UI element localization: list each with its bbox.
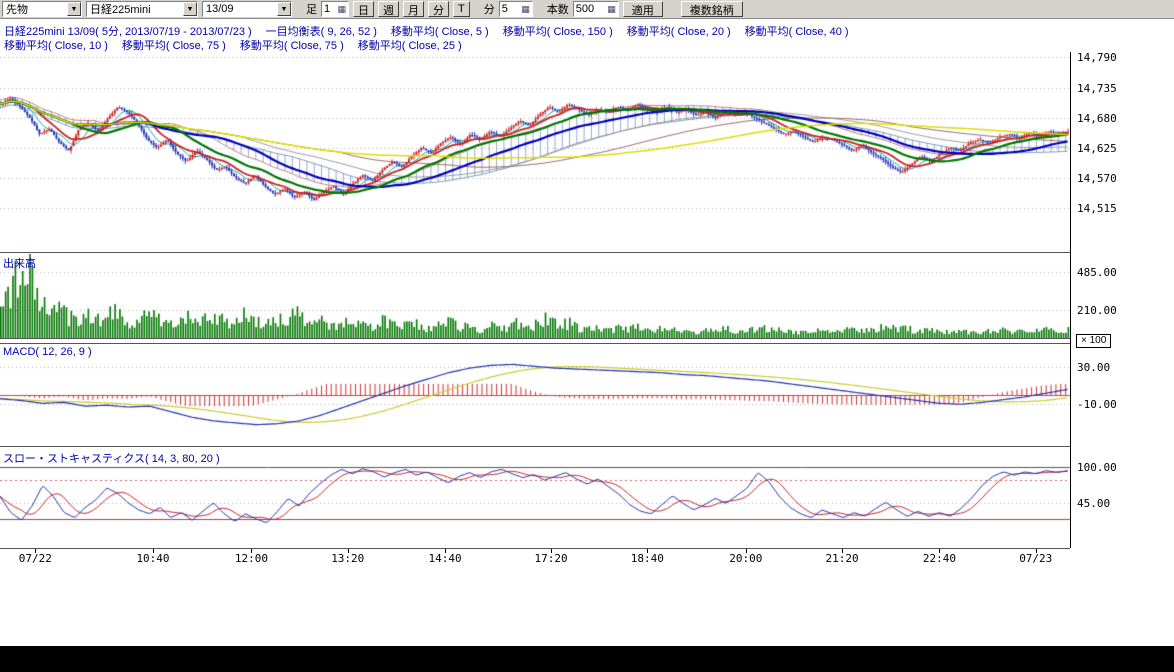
x-axis-label: 13:20 — [331, 552, 364, 565]
bar-type-label: 足 — [306, 1, 317, 17]
panel-divider — [0, 252, 1070, 253]
bar-count-value: 500 — [576, 3, 594, 15]
instrument-type-value: 先物 — [6, 1, 65, 17]
minutes-input[interactable]: 5 ▦ — [499, 1, 533, 17]
contract-month-select[interactable]: 13/09 ▼ — [202, 1, 292, 17]
grid-icon: ▦ — [521, 5, 530, 14]
x-axis-label: 07/22 — [19, 552, 52, 565]
y-axis-label: 485.00 — [1077, 266, 1117, 279]
grid-icon: ▦ — [607, 5, 616, 14]
x-axis-label: 22:40 — [923, 552, 956, 565]
price-axis-border — [1070, 52, 1071, 548]
grid-icon: ▦ — [337, 5, 346, 14]
instrument-type-select[interactable]: 先物 ▼ — [2, 1, 82, 17]
legend-item-ma75b: 移動平均( Close, 75 ) — [240, 37, 344, 53]
toolbar: 先物 ▼ 日経225mini ▼ 13/09 ▼ 足 1 ▦ 日 週 月 分 T… — [0, 0, 1174, 19]
legend-item-ma20: 移動平均( Close, 20 ) — [627, 23, 731, 39]
x-axis-label: 17:20 — [534, 552, 567, 565]
y-axis-label: 100.00 — [1077, 461, 1117, 474]
bar-type-day-button[interactable]: 日 — [353, 1, 374, 17]
y-axis-label: 14,515 — [1077, 202, 1117, 215]
chart-application-window: 先物 ▼ 日経225mini ▼ 13/09 ▼ 足 1 ▦ 日 週 月 分 T… — [0, 0, 1174, 672]
bar-count-input[interactable]: 500 ▦ — [573, 1, 619, 17]
panel-divider — [0, 343, 1070, 344]
bar-type-tick-button[interactable]: T — [453, 1, 470, 17]
chart-legend-line2: 移動平均( Close, 10 ) 移動平均( Close, 75 ) 移動平均… — [4, 37, 462, 53]
chevron-down-icon[interactable]: ▼ — [67, 2, 81, 16]
y-axis-label: 14,625 — [1077, 142, 1117, 155]
bar-type-minute-button[interactable]: 分 — [428, 1, 449, 17]
bar-interval-value: 1 — [324, 3, 330, 15]
bar-interval-input[interactable]: 1 ▦ — [321, 1, 349, 17]
x-axis-label: 10:40 — [136, 552, 169, 565]
x-axis-label: 12:00 — [235, 552, 268, 565]
bar-type-month-button[interactable]: 月 — [403, 1, 424, 17]
chevron-down-icon[interactable]: ▼ — [277, 2, 291, 16]
y-axis-label: 14,680 — [1077, 112, 1117, 125]
y-axis-label: -10.00 — [1077, 398, 1117, 411]
minutes-value: 5 — [502, 3, 508, 15]
minutes-label: 分 — [484, 1, 495, 17]
y-axis-label: 30.00 — [1077, 361, 1110, 374]
stochastics-panel-title: スロー・ストキャスティクス( 14, 3, 80, 20 ) — [3, 450, 220, 466]
y-axis-label: 14,735 — [1077, 82, 1117, 95]
legend-item-ma40: 移動平均( Close, 40 ) — [745, 23, 849, 39]
x-axis-label: 18:40 — [631, 552, 664, 565]
panel-divider — [0, 338, 1070, 339]
volume-chart-canvas[interactable] — [0, 254, 1070, 338]
x-axis-label: 14:40 — [429, 552, 462, 565]
apply-button[interactable]: 適用 — [623, 1, 663, 17]
chevron-down-icon[interactable]: ▼ — [183, 2, 197, 16]
x-axis-label: 20:00 — [729, 552, 762, 565]
price-chart-canvas[interactable] — [0, 52, 1070, 252]
legend-item-ma75: 移動平均( Close, 75 ) — [122, 37, 226, 53]
bar-count-label: 本数 — [547, 1, 569, 17]
legend-item-ma150: 移動平均( Close, 150 ) — [503, 23, 613, 39]
macd-chart-canvas[interactable] — [0, 344, 1070, 446]
macd-panel-title: MACD( 12, 26, 9 ) — [3, 346, 92, 358]
y-axis-label: 14,790 — [1077, 51, 1117, 64]
y-axis-label: 14,570 — [1077, 172, 1117, 185]
symbol-value: 日経225mini — [90, 1, 181, 17]
bar-type-week-button[interactable]: 週 — [378, 1, 399, 17]
contract-month-value: 13/09 — [206, 3, 275, 15]
volume-panel-title: 出来高 — [3, 255, 36, 271]
legend-item-ma10: 移動平均( Close, 10 ) — [4, 37, 108, 53]
x-axis-label: 21:20 — [826, 552, 859, 565]
legend-item-ma25: 移動平均( Close, 25 ) — [358, 37, 462, 53]
y-axis-label: 210.00 — [1077, 304, 1117, 317]
multi-symbol-button[interactable]: 複数銘柄 — [681, 1, 743, 17]
symbol-select[interactable]: 日経225mini ▼ — [86, 1, 198, 17]
panel-divider — [0, 548, 1070, 549]
volume-unit-badge: × 100 — [1076, 334, 1111, 348]
bottom-black-bar — [0, 646, 1174, 672]
x-axis-label: 07/23 — [1019, 552, 1052, 565]
panel-divider — [0, 446, 1070, 447]
y-axis-label: 45.00 — [1077, 497, 1110, 510]
